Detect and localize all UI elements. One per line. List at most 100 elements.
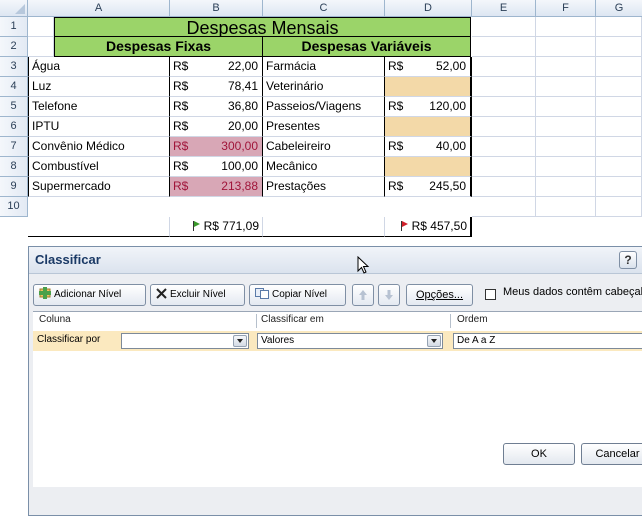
- variable-expense-value[interactable]: R$ 52,00: [385, 57, 472, 77]
- fixed-expense-name[interactable]: Telefone: [28, 97, 170, 117]
- empty-cell[interactable]: [472, 177, 536, 197]
- variable-expense-name[interactable]: Passeios/Viagens: [263, 97, 385, 117]
- empty-cell[interactable]: [472, 157, 536, 177]
- empty-cell[interactable]: [536, 157, 596, 177]
- empty-cell[interactable]: [596, 37, 642, 57]
- column-header-b[interactable]: B: [170, 0, 263, 17]
- variable-expense-name[interactable]: Cabeleireiro: [263, 137, 385, 157]
- add-level-button[interactable]: Adicionar Nível: [33, 284, 146, 306]
- empty-cell[interactable]: [536, 197, 596, 217]
- empty-cell[interactable]: [596, 197, 642, 217]
- row-header-6[interactable]: 6: [0, 117, 28, 137]
- fixed-expense-name[interactable]: Supermercado: [28, 177, 170, 197]
- empty-cell[interactable]: [472, 97, 536, 117]
- headers-checkbox-label[interactable]: Meus dados contêm cabeçalhos: [503, 286, 642, 298]
- fixed-total-cell[interactable]: R$ 771,09: [170, 217, 263, 237]
- delete-level-button[interactable]: Excluir Nível: [150, 284, 245, 306]
- row-header-9[interactable]: 9: [0, 177, 28, 197]
- fixed-expense-value[interactable]: R$ 20,00: [170, 117, 263, 137]
- variable-expense-value[interactable]: R$ 120,00: [385, 97, 472, 117]
- fixed-expenses-header[interactable]: Despesas Fixas: [54, 37, 263, 57]
- column-header-a[interactable]: A: [28, 0, 170, 17]
- variable-expense-name[interactable]: Presentes: [263, 117, 385, 137]
- empty-cell[interactable]: [472, 57, 536, 77]
- sheet-title[interactable]: Despesas Mensais: [54, 17, 471, 37]
- empty-cell[interactable]: [596, 77, 642, 97]
- column-header-g[interactable]: G: [596, 0, 642, 17]
- chevron-down-icon[interactable]: [427, 335, 441, 347]
- empty-cell[interactable]: [596, 97, 642, 117]
- empty-cell[interactable]: [472, 117, 536, 137]
- row-header-3[interactable]: 3: [0, 57, 28, 77]
- empty-cell[interactable]: [536, 97, 596, 117]
- cell-a1-margin[interactable]: [28, 17, 54, 37]
- empty-cell[interactable]: [472, 137, 536, 157]
- empty-cell[interactable]: [596, 137, 642, 157]
- row-header-1[interactable]: 1: [0, 17, 28, 37]
- empty-cell[interactable]: [472, 77, 536, 97]
- copy-level-button[interactable]: Copiar Nível: [249, 284, 346, 306]
- empty-cell[interactable]: [596, 57, 642, 77]
- variable-expense-name[interactable]: Prestações: [263, 177, 385, 197]
- fixed-expense-name[interactable]: Água: [28, 57, 170, 77]
- variable-expense-value[interactable]: R$ 40,00: [385, 137, 472, 157]
- move-down-button[interactable]: [378, 284, 400, 306]
- variable-expense-value[interactable]: [385, 77, 472, 97]
- empty-cell[interactable]: [596, 157, 642, 177]
- cell-a2-margin[interactable]: [28, 37, 54, 57]
- variable-expenses-header[interactable]: Despesas Variáveis: [263, 37, 471, 57]
- fixed-expense-value[interactable]: R$ 213,88: [170, 177, 263, 197]
- sort-on-combobox[interactable]: Valores: [257, 333, 443, 349]
- empty-cell[interactable]: [596, 17, 642, 37]
- order-combobox[interactable]: De A a Z: [453, 333, 642, 349]
- variable-expense-value[interactable]: R$ 245,50: [385, 177, 472, 197]
- row-header-4[interactable]: 4: [0, 77, 28, 97]
- variable-expense-value[interactable]: [385, 157, 472, 177]
- variable-expense-value[interactable]: [385, 117, 472, 137]
- empty-cell[interactable]: [596, 177, 642, 197]
- row-header-5[interactable]: 5: [0, 97, 28, 117]
- variable-total-cell[interactable]: R$ 457,50: [385, 217, 472, 237]
- headers-checkbox[interactable]: [485, 289, 496, 300]
- cancel-button[interactable]: Cancelar: [581, 443, 642, 465]
- fixed-expense-value[interactable]: R$ 22,00: [170, 57, 263, 77]
- move-up-button[interactable]: [352, 284, 374, 306]
- column-header-c[interactable]: C: [263, 0, 385, 17]
- empty-cell[interactable]: [536, 37, 596, 57]
- empty-cell[interactable]: [596, 117, 642, 137]
- empty-cell[interactable]: [472, 37, 536, 57]
- fixed-expense-value[interactable]: R$ 100,00: [170, 157, 263, 177]
- column-combobox[interactable]: [121, 333, 249, 349]
- empty-cell[interactable]: [472, 17, 536, 37]
- fixed-expense-name[interactable]: Convênio Médico: [28, 137, 170, 157]
- chevron-down-icon[interactable]: [233, 335, 247, 347]
- variable-expense-name[interactable]: Veterinário: [263, 77, 385, 97]
- sort-level-row[interactable]: Classificar por Valores De A a Z: [33, 331, 642, 351]
- cell-c10[interactable]: [263, 217, 385, 237]
- row-header-8[interactable]: 8: [0, 157, 28, 177]
- row-header-7[interactable]: 7: [0, 137, 28, 157]
- column-header-e[interactable]: E: [472, 0, 536, 17]
- fixed-expense-name[interactable]: IPTU: [28, 117, 170, 137]
- variable-expense-name[interactable]: Farmácia: [263, 57, 385, 77]
- empty-cell[interactable]: [472, 197, 536, 217]
- row-header-2[interactable]: 2: [0, 37, 28, 57]
- cell-a10[interactable]: [28, 217, 170, 237]
- empty-cell[interactable]: [536, 177, 596, 197]
- empty-cell[interactable]: [536, 77, 596, 97]
- ok-button[interactable]: OK: [503, 443, 575, 465]
- empty-cell[interactable]: [536, 17, 596, 37]
- variable-expense-name[interactable]: Mecânico: [263, 157, 385, 177]
- help-button[interactable]: ?: [619, 251, 637, 269]
- fixed-expense-value[interactable]: R$ 36,80: [170, 97, 263, 117]
- empty-cell[interactable]: [536, 57, 596, 77]
- fixed-expense-name[interactable]: Luz: [28, 77, 170, 97]
- fixed-expense-value[interactable]: R$ 300,00: [170, 137, 263, 157]
- column-header-f[interactable]: F: [536, 0, 596, 17]
- empty-cell[interactable]: [536, 137, 596, 157]
- fixed-expense-name[interactable]: Combustível: [28, 157, 170, 177]
- options-button[interactable]: Opções...: [406, 284, 473, 306]
- select-all-corner[interactable]: [0, 0, 28, 17]
- empty-cell[interactable]: [536, 117, 596, 137]
- row-header-10[interactable]: 10: [0, 197, 28, 217]
